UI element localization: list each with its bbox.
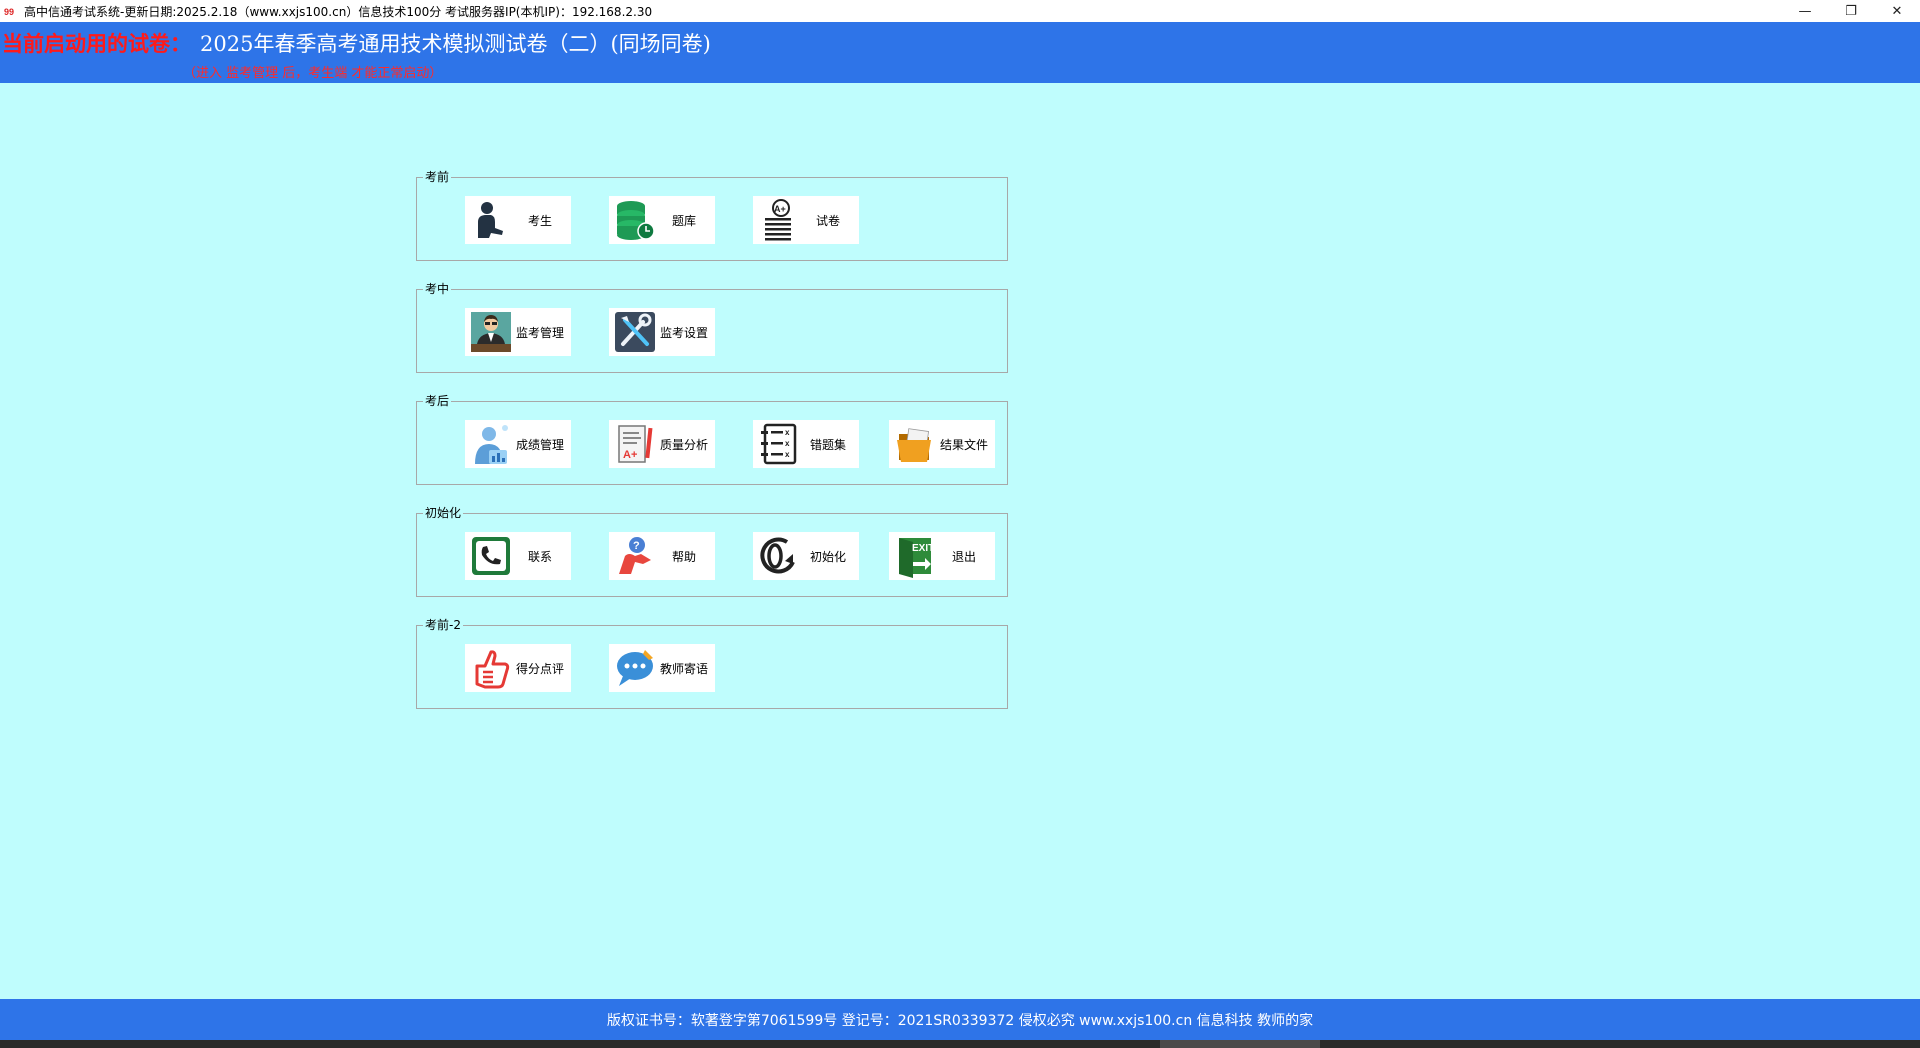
database-icon: [617, 201, 655, 240]
thumbs-up-icon: [475, 650, 510, 689]
group-before-exam-2: 考前-2 得分点评 教师寄语: [416, 617, 1008, 709]
svg-text:A+: A+: [774, 204, 786, 214]
quality-analysis-button[interactable]: A+ 质量分析: [609, 420, 715, 468]
score-management-button[interactable]: 成绩管理: [465, 420, 571, 468]
group-legend: 初始化: [423, 505, 464, 521]
reset-icon: [760, 537, 795, 574]
minimize-button[interactable]: —: [1782, 0, 1828, 22]
result-files-button[interactable]: 结果文件: [889, 420, 995, 468]
group-legend: 考中: [423, 281, 452, 297]
help-button[interactable]: ? 帮助: [609, 532, 715, 580]
phone-icon: [472, 537, 510, 575]
exit-button[interactable]: EXIT 退出: [889, 532, 995, 580]
proctor-settings-button[interactable]: 监考设置: [609, 308, 715, 356]
exam-header: 当前启动用的试卷： 2025年春季高考通用技术模拟测试卷（二）(同场同卷) （进…: [0, 22, 1920, 83]
exam-paper-button[interactable]: A+ 试卷: [753, 196, 859, 244]
restore-button[interactable]: ❐: [1828, 0, 1874, 22]
student-icon: [478, 202, 503, 238]
current-exam-label: 当前启动用的试卷：: [2, 31, 191, 56]
wrong-questions-button[interactable]: x x x 错题集: [753, 420, 859, 468]
teacher-message-button[interactable]: 教师寄语: [609, 644, 715, 692]
tools-icon: [615, 312, 655, 352]
question-bank-button[interactable]: 题库: [609, 196, 715, 244]
svg-text:x: x: [785, 428, 790, 437]
group-legend: 考后: [423, 393, 452, 409]
students-button[interactable]: 考生: [465, 196, 571, 244]
svg-text:x: x: [785, 450, 790, 459]
proctor-management-button[interactable]: 监考管理: [465, 308, 571, 356]
taskbar-segment: [1160, 1040, 1320, 1048]
window-title: 高中信通考试系统-更新日期:2025.2.18（www.xxjs100.cn）信…: [24, 4, 653, 19]
svg-text:EXIT: EXIT: [912, 543, 934, 554]
score-comment-button[interactable]: 得分点评: [465, 644, 571, 692]
svg-text:A+: A+: [623, 449, 637, 461]
current-exam-name: 2025年春季高考通用技术模拟测试卷（二）(同场同卷): [200, 32, 711, 56]
contact-button[interactable]: 联系: [465, 532, 571, 580]
copyright-footer: 版权证书号：软著登字第7061599号 登记号：2021SR0339372 侵权…: [0, 999, 1920, 1040]
proctor-icon: [471, 312, 511, 352]
close-button[interactable]: ✕: [1874, 0, 1920, 22]
svg-text:x: x: [785, 439, 790, 448]
exam-paper-icon: A+: [765, 199, 791, 241]
group-before-exam: 考前 考生 题库 A+ 试卷: [416, 169, 1008, 261]
app-logo-icon: 99: [4, 7, 14, 17]
score-management-icon: [475, 425, 508, 464]
help-icon: ?: [619, 537, 651, 574]
window-title-bar: 99 高中信通考试系统-更新日期:2025.2.18（www.xxjs100.c…: [0, 0, 1920, 22]
group-initialize: 初始化 联系 ? 帮助 初始化 EXIT 退出: [416, 505, 1008, 597]
startup-hint: （进入 监考管理 后，考生端 才能正常启动）: [183, 66, 443, 81]
group-during-exam: 考中 监考管理 监考设置: [416, 281, 1008, 373]
window-controls: — ❐ ✕: [1782, 0, 1920, 22]
group-legend: 考前: [423, 169, 452, 185]
exit-icon: EXIT: [899, 538, 934, 578]
chat-bubble-icon: [617, 650, 653, 686]
quality-analysis-icon: A+: [618, 425, 653, 463]
copyright-text: 版权证书号：软著登字第7061599号 登记号：2021SR0339372 侵权…: [606, 1012, 1314, 1029]
folder-icon: [897, 428, 931, 462]
svg-text:99: 99: [4, 7, 14, 17]
svg-text:?: ?: [633, 540, 640, 552]
initialize-button[interactable]: 初始化: [753, 532, 859, 580]
wrong-questions-icon: x x x: [761, 423, 797, 465]
group-legend: 考前-2: [423, 617, 463, 633]
taskbar-strip: [0, 1040, 1920, 1048]
group-after-exam: 考后 成绩管理 A+ 质量分析 x x x 错题集 结果文件: [416, 393, 1008, 485]
